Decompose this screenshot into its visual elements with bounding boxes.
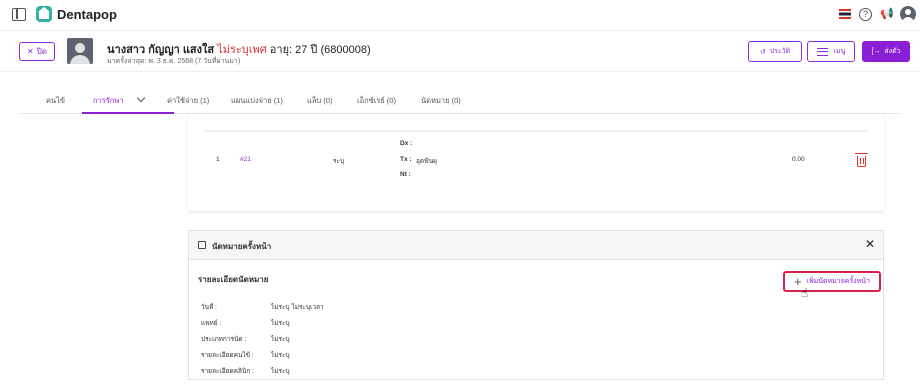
top-bar: Dentapop ? 📢 — [0, 0, 920, 30]
trash-icon[interactable] — [855, 153, 868, 167]
nt-label: Nt : — [400, 171, 411, 178]
close-patient-button[interactable]: ✕ ปิด — [19, 42, 55, 61]
sidebar-toggle-icon[interactable] — [12, 8, 26, 21]
chevron-down-icon — [136, 93, 145, 103]
menu-label: เมนู — [833, 48, 846, 55]
tab-installment[interactable]: แผนแบ่งจ่าย (1) — [231, 95, 283, 107]
history-button[interactable]: ↺ ประวัติ — [748, 41, 802, 62]
dx-label: Dx : — [400, 140, 413, 147]
tab-xray[interactable]: เอ็กซ์เรย์ (0) — [357, 95, 396, 107]
field-label: แพทย์ : — [201, 320, 222, 327]
plus-icon: + — [794, 273, 802, 289]
hamburger-icon — [816, 47, 828, 56]
app-logo-icon — [36, 6, 52, 22]
patient-avatar — [67, 38, 93, 64]
amount-value: 0.00 — [792, 156, 805, 163]
tab-expenses[interactable]: ค่าใช้จ่าย (1) — [167, 95, 209, 107]
close-patient-label: ปิด — [36, 47, 47, 56]
field-label: รายละเอียดคลินิก : — [201, 368, 254, 375]
appointment-title: นัดหมายครั้งหน้า — [212, 242, 272, 251]
patient-name: นางสาว กัญญา แสงใส — [107, 44, 215, 56]
send-label: ส่งตัว — [884, 48, 901, 55]
patient-tabs: คนไข้ การรักษา ค่าใช้จ่าย (1) แผนแบ่งจ่า… — [20, 88, 900, 114]
appointment-header: นัดหมายครั้งหน้า ✕ — [189, 231, 883, 260]
add-appointment-label: เพิ่มนัดหมายครั้งหน้า — [806, 278, 870, 285]
send-patient-button[interactable]: [→ ส่งตัว — [862, 41, 910, 62]
tx-label: Tx : — [400, 156, 412, 163]
active-tab-indicator — [82, 112, 174, 114]
field-label: วันที่ : — [201, 304, 217, 311]
field-label: ประเภทการนัด : — [201, 336, 247, 343]
tab-treatment[interactable]: การรักษา — [93, 93, 145, 107]
field-value: ไม่ระบุ — [271, 368, 290, 375]
megaphone-icon[interactable]: 📢 — [880, 8, 894, 20]
close-icon: ✕ — [27, 47, 34, 56]
last-visit: มาครั้งล่าสุด: พ. 3 ธ.ค. 2568 (7 วันที่ผ… — [107, 58, 241, 65]
tab-treatment-label: การรักษา — [93, 96, 124, 105]
help-icon[interactable]: ? — [859, 8, 872, 21]
tab-appointments[interactable]: นัดหมาย (0) — [421, 95, 461, 107]
calendar-icon — [198, 241, 206, 249]
field-value: ไม่ระบุ — [271, 336, 290, 343]
send-icon: [→ — [871, 48, 881, 55]
field-value: ไม่ระบุ — [271, 320, 290, 327]
row-index: 1 — [216, 156, 220, 163]
treatment-card: 1 #21 ระบุ Dx : Tx : อุดฟันผุ Nt : 0.00 — [188, 114, 884, 211]
hand-cursor-icon: ☝ — [801, 286, 809, 300]
patient-header: ✕ ปิด นางสาว กัญญา แสงใส ไม่ระบุเพศ อายุ… — [0, 30, 920, 72]
field-value: ไม่ระบุ ไม่ระบุเวลา — [271, 304, 324, 311]
menu-button[interactable]: เมนู — [807, 41, 855, 62]
close-icon[interactable]: ✕ — [865, 238, 875, 250]
history-icon: ↺ — [759, 48, 766, 56]
user-avatar[interactable] — [900, 6, 916, 22]
next-appointment-card: นัดหมายครั้งหน้า ✕ รายละเอียดนัดหมาย + เ… — [188, 230, 884, 380]
field-label: รายละเอียดคนไข้ : — [201, 352, 254, 359]
field-value: ไม่ระบุ — [271, 352, 290, 359]
treatment-row: 1 #21 ระบุ Dx : Tx : อุดฟันผุ Nt : 0.00 — [204, 130, 868, 200]
history-label: ประวัติ — [769, 48, 791, 55]
tab-lab[interactable]: แล็บ (0) — [307, 95, 332, 107]
appointment-subtitle: รายละเอียดนัดหมาย — [198, 275, 269, 284]
patient-gender: ไม่ระบุเพศ — [217, 44, 267, 56]
tooth-link[interactable]: #21 — [240, 156, 251, 163]
add-next-appointment-button[interactable]: + เพิ่มนัดหมายครั้งหน้า — [783, 271, 881, 292]
tx-value: อุดฟันผุ — [416, 158, 437, 165]
app-brand: Dentapop — [57, 7, 117, 22]
patient-age: อายุ: 27 ปี (6800008) — [269, 44, 371, 56]
thai-flag-icon[interactable] — [839, 9, 851, 19]
area-value: ระบุ — [333, 158, 345, 165]
tab-patient[interactable]: คนไข้ — [46, 95, 65, 107]
